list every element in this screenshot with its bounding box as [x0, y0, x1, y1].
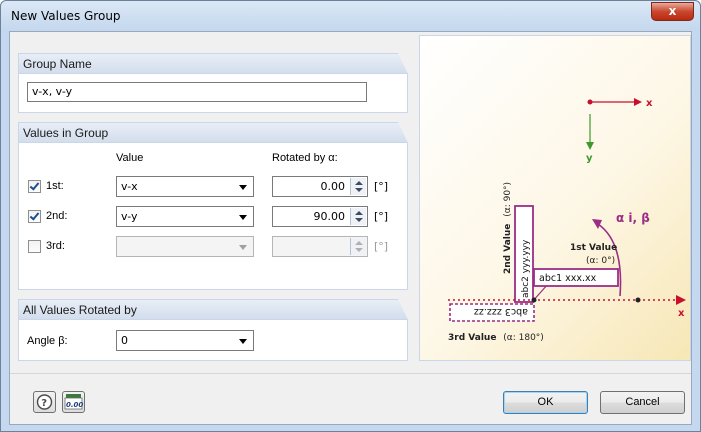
- group-name-panel: Group Name v-x, v-y: [18, 53, 408, 113]
- third-value-text: abc3 zzz.zz: [474, 306, 528, 317]
- values-in-group-panel: Values in Group Value Rotated by α: 1st:…: [18, 122, 408, 290]
- title-bar[interactable]: New Values Group x: [1, 1, 700, 31]
- first-alpha-label: (α: 0°): [586, 256, 615, 266]
- angle-beta-select[interactable]: 0: [116, 330, 254, 351]
- check-icon: [29, 210, 40, 221]
- chevron-down-icon: [239, 185, 247, 190]
- window-title: New Values Group: [11, 9, 121, 23]
- svg-text:3rd Value (α: 180°): 3rd Value (α: 180°): [448, 333, 544, 343]
- help-icon: ?: [36, 394, 53, 410]
- spin-buttons[interactable]: [350, 208, 366, 225]
- value-3-label: 3rd:: [46, 240, 65, 252]
- value-1-unit: [°]: [374, 180, 389, 193]
- reference-point-origin: [531, 297, 537, 303]
- group-name-header: Group Name: [19, 53, 408, 74]
- value-2-select[interactable]: v-y: [116, 206, 254, 227]
- spin-down-icon: [355, 248, 363, 252]
- third-alpha-label: (α: 180°): [503, 333, 544, 343]
- dialog-window: New Values Group x Group Name v-x, v-y V…: [0, 0, 701, 432]
- value-1-angle-input[interactable]: 0.00: [272, 176, 368, 197]
- footer-separator: [10, 373, 691, 374]
- value-2-angle-input[interactable]: 90.00: [272, 206, 368, 227]
- axes-origin: [587, 99, 593, 105]
- angle-beta-label: Angle β:: [27, 335, 68, 347]
- value-column-header: Value: [116, 152, 144, 164]
- value-1-select-text: v-x: [121, 180, 138, 193]
- third-value-label: 3rd Value: [448, 333, 496, 343]
- ok-button[interactable]: OK: [503, 391, 588, 414]
- group-name-input[interactable]: v-x, v-y: [27, 82, 367, 102]
- spin-up-icon: [355, 181, 363, 185]
- spin-buttons[interactable]: [350, 178, 366, 195]
- axis-y-label: y: [586, 153, 593, 164]
- cancel-button[interactable]: Cancel: [600, 391, 685, 414]
- first-value-label: 1st Value: [570, 243, 617, 253]
- alpha-beta-label: α i, β: [616, 211, 650, 225]
- close-icon: x: [668, 4, 677, 18]
- angle-beta-select-text: 0: [121, 334, 128, 347]
- all-values-rotated-header: All Values Rotated by: [19, 299, 408, 320]
- rotation-diagram: x y 2nd Value (α: 90°) abc2 yyy.yyy α i,…: [419, 35, 691, 361]
- spin-up-icon: [355, 241, 363, 245]
- spin-buttons[interactable]: [350, 238, 366, 255]
- value-3-checkbox[interactable]: [28, 240, 41, 253]
- help-button[interactable]: ?: [33, 391, 56, 413]
- close-button[interactable]: x: [651, 2, 694, 21]
- y-axis-arrow: [586, 142, 594, 150]
- svg-text:?: ?: [41, 398, 47, 409]
- value-2-checkbox[interactable]: [28, 210, 41, 223]
- dialog-body: Group Name v-x, v-y Values in Group Valu…: [9, 31, 692, 425]
- all-values-rotated-panel: All Values Rotated by Angle β: 0: [18, 299, 408, 361]
- chevron-down-icon: [239, 245, 247, 250]
- spin-down-icon: [355, 188, 363, 192]
- decimals-icon-text: 0.00: [66, 401, 83, 409]
- spin-down-icon: [355, 218, 363, 222]
- x-axis-arrow: [634, 98, 642, 106]
- check-icon: [29, 180, 40, 191]
- second-value-label: 2nd Value: [503, 224, 513, 274]
- value-2-label: 2nd:: [46, 210, 68, 222]
- value-2-select-text: v-y: [121, 210, 138, 223]
- value-1-select[interactable]: v-x: [116, 176, 254, 197]
- second-alpha-label: (α: 90°): [503, 182, 513, 217]
- chevron-down-icon: [239, 215, 247, 220]
- decimal-places-button[interactable]: 0.00: [62, 391, 85, 413]
- value-2-unit: [°]: [374, 210, 389, 223]
- rotated-column-header: Rotated by α:: [272, 152, 338, 164]
- axis-x-bar-label: x: [678, 308, 685, 319]
- second-value-text: abc2 yyy.yyy: [521, 239, 531, 298]
- reference-x-arrow: [676, 295, 686, 305]
- spin-up-icon: [355, 211, 363, 215]
- value-3-angle-input[interactable]: [272, 236, 368, 257]
- reference-point-right: [635, 297, 641, 303]
- rotation-diagram-svg: x y 2nd Value (α: 90°) abc2 yyy.yyy α i,…: [448, 98, 686, 343]
- value-1-checkbox[interactable]: [28, 180, 41, 193]
- value-3-select[interactable]: [116, 236, 254, 257]
- chevron-down-icon: [239, 339, 247, 344]
- rotation-arc-arrow: [592, 219, 602, 229]
- value-1-label: 1st:: [46, 180, 64, 192]
- value-2-angle-text: 90.00: [313, 210, 346, 223]
- decimal-places-icon: 0.00: [64, 394, 83, 410]
- value-1-angle-text: 0.00: [320, 180, 346, 193]
- svg-text:2nd Value (α: 90°): 2nd Value (α: 90°): [503, 182, 513, 274]
- first-value-text: abc1 xxx.xx: [539, 273, 597, 284]
- value-3-unit: [°]: [374, 240, 389, 253]
- axis-x-label: x: [646, 98, 653, 109]
- values-in-group-header: Values in Group: [19, 122, 408, 143]
